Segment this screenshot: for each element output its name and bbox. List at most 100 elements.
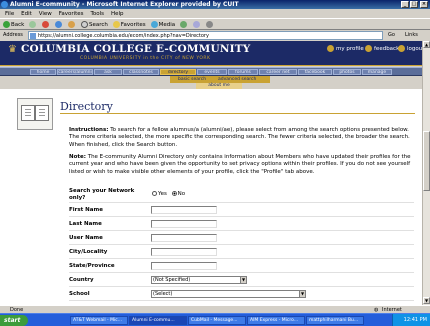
taskbar-item[interactable]: AIM Express - Micro...: [247, 316, 305, 325]
radio-yes[interactable]: Yes: [152, 191, 167, 197]
country-label: Country: [69, 277, 94, 283]
ie-icon: [1, 1, 8, 8]
minimize-button[interactable]: _: [401, 1, 409, 8]
taskbar-item[interactable]: mattphilharmani Bu...: [306, 316, 364, 325]
school-select[interactable]: (Select) ▼: [151, 290, 306, 298]
close-button[interactable]: ×: [420, 1, 428, 8]
address-url: https://alumni.college.columbia.edu/ecom…: [38, 33, 209, 39]
tab-events[interactable]: events: [197, 69, 227, 75]
state-province-label: State/Province: [69, 263, 115, 269]
tab-career-net[interactable]: career net: [259, 69, 297, 75]
state-province-input[interactable]: [151, 262, 217, 270]
instructions-text: To search for a fellow alumnus/a (alumni…: [69, 127, 410, 148]
menu-help[interactable]: Help: [111, 10, 124, 18]
back-arrow-icon: [3, 21, 10, 28]
forward-arrow-icon: [29, 21, 37, 28]
main-nav: home careers/alumni ask classnotes direc…: [0, 67, 430, 76]
search-button[interactable]: Search: [80, 19, 108, 29]
taskbar-item-active[interactable]: Alumni E-commu...: [129, 316, 187, 325]
book-line: [39, 109, 45, 110]
browser-toolbar: Back Search Favorites Media: [0, 18, 430, 30]
logout-icon: [398, 45, 405, 52]
address-input[interactable]: https://alumni.college.columbia.edu/ecom…: [28, 31, 383, 40]
basic-search-link[interactable]: basic search: [178, 76, 206, 83]
book-page-right: [35, 105, 49, 121]
directory-book-icon: [17, 98, 53, 130]
feedback-icon: [365, 45, 372, 52]
scroll-down-icon[interactable]: ▼: [423, 297, 430, 304]
last-name-label: Last Name: [69, 221, 102, 227]
radio-no[interactable]: No: [171, 191, 185, 197]
instructions-label: Instructions:: [69, 127, 109, 133]
address-label: Address: [3, 32, 23, 38]
tab-manage[interactable]: manage: [362, 69, 392, 75]
tab-facebook[interactable]: facebook: [298, 69, 332, 75]
home-icon: [68, 21, 76, 28]
mail-button[interactable]: [192, 19, 201, 29]
mail-icon: [192, 21, 200, 28]
row-divider: [69, 286, 414, 287]
start-button[interactable]: start: [0, 315, 28, 326]
advanced-search-link[interactable]: advanced search: [218, 76, 256, 83]
taskbar-item[interactable]: CubMail - Message...: [188, 316, 246, 325]
back-button[interactable]: Back: [3, 19, 24, 29]
row-divider: [69, 300, 414, 301]
row-divider: [69, 216, 414, 217]
star-icon: [112, 21, 120, 28]
home-button[interactable]: [68, 19, 76, 29]
scroll-up-icon[interactable]: ▲: [423, 41, 430, 48]
row-divider: [69, 230, 414, 231]
menu-favorites[interactable]: Favorites: [59, 10, 84, 18]
maximize-button[interactable]: □: [410, 1, 418, 8]
first-name-input[interactable]: [151, 206, 217, 214]
tab-home[interactable]: home: [30, 69, 56, 75]
vertical-scrollbar[interactable]: ▲ ▼: [422, 41, 430, 305]
print-button[interactable]: [205, 19, 214, 29]
tab-ask[interactable]: ask: [94, 69, 122, 75]
window-title: Alumni E-community - Microsoft Internet …: [10, 1, 239, 8]
note-label: Note:: [69, 154, 86, 160]
country-select[interactable]: (Not Specified) ▼: [151, 276, 247, 284]
site-name[interactable]: COLUMBIA COLLEGE E-COMMUNITY: [21, 43, 250, 55]
feedback-link[interactable]: feedback: [365, 45, 399, 52]
last-name-input[interactable]: [151, 220, 217, 228]
user-name-input[interactable]: [151, 234, 217, 242]
refresh-icon: [55, 21, 63, 28]
forward-button[interactable]: [29, 19, 37, 29]
sub-nav: basic search advanced search: [170, 76, 270, 83]
country-select-value: (Not Specified): [153, 277, 191, 283]
menu-tools[interactable]: Tools: [90, 10, 104, 18]
taskbar-item[interactable]: AT&T Webmail - Mic...: [70, 316, 128, 325]
tab-careers-alumni[interactable]: careers/alumni: [57, 69, 93, 75]
search-network-label: Search your Network only?: [69, 188, 135, 201]
site-subtitle: COLUMBIA UNIVERSITY in the CITY of NEW Y…: [80, 56, 211, 61]
chevron-down-icon[interactable]: ▼: [240, 277, 246, 283]
city-locality-input[interactable]: [151, 248, 217, 256]
go-button[interactable]: Go: [388, 30, 395, 41]
logout-link[interactable]: logout: [398, 45, 424, 52]
tab-forums[interactable]: forums: [228, 69, 258, 75]
tab-directory[interactable]: directory: [160, 69, 196, 75]
history-icon: [180, 21, 188, 28]
tab-photos[interactable]: photos: [333, 69, 361, 75]
taskbar: start AT&T Webmail - Mic... Alumni E-com…: [0, 313, 430, 326]
row-divider: [69, 258, 414, 259]
scroll-thumb[interactable]: [423, 131, 430, 191]
my-profile-link[interactable]: my profile: [327, 45, 364, 52]
favorites-button[interactable]: Favorites: [112, 19, 146, 29]
radio-yes-control[interactable]: [152, 191, 157, 196]
page-icon: [30, 33, 36, 39]
row-divider: [69, 202, 414, 203]
radio-no-control[interactable]: [171, 191, 177, 196]
history-button[interactable]: [180, 19, 188, 29]
refresh-button[interactable]: [55, 19, 63, 29]
links-button[interactable]: Links: [405, 30, 418, 41]
menu-file[interactable]: File: [5, 10, 14, 18]
tab-classnotes[interactable]: classnotes: [123, 69, 159, 75]
media-button[interactable]: Media: [150, 19, 175, 29]
stop-button[interactable]: [42, 19, 50, 29]
chevron-down-icon[interactable]: ▼: [299, 291, 305, 297]
menu-view[interactable]: View: [39, 10, 52, 18]
menu-edit[interactable]: Edit: [21, 10, 32, 18]
title-divider: [60, 113, 415, 114]
